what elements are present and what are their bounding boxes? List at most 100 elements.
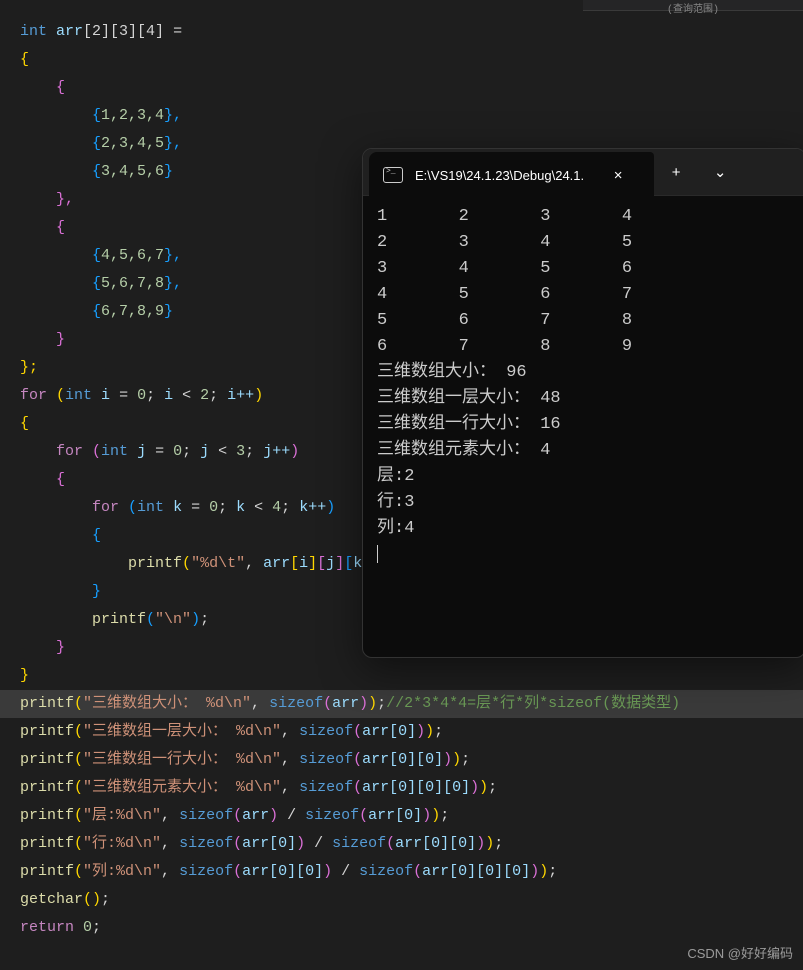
brace: }, (20, 191, 74, 208)
brace: { (20, 51, 29, 68)
brace: { (20, 163, 101, 180)
num: 0 (83, 919, 92, 936)
str: "列:%d\n" (83, 863, 161, 880)
paren: ) (326, 499, 335, 516)
paren: ( (47, 387, 65, 404)
brace: } (20, 667, 29, 684)
kw-return: return (20, 919, 74, 936)
fn-printf: printf (128, 555, 182, 572)
brace: }, (164, 247, 182, 264)
brace: { (20, 79, 65, 96)
kw-int: int (137, 499, 164, 516)
num: 2 (200, 387, 209, 404)
kw-int: int (101, 443, 128, 460)
nums: 3,4,5,6 (101, 163, 164, 180)
num: 0 (173, 443, 182, 460)
kw-for: for (56, 443, 83, 460)
nums: 4,5,6,7 (101, 247, 164, 264)
paren: ( (83, 443, 101, 460)
str: "层:%d\n" (83, 807, 161, 824)
kw-for: for (20, 387, 47, 404)
sc: ; (218, 499, 236, 516)
str: "%d\t" (191, 555, 245, 572)
op: / (332, 863, 359, 880)
var: arr[0] (368, 807, 422, 824)
brace: { (20, 275, 101, 292)
inc: k++ (299, 499, 326, 516)
var: k (164, 499, 182, 516)
fn-printf: printf (20, 779, 74, 796)
sc: ; (209, 387, 227, 404)
op: = (146, 443, 173, 460)
brace: { (56, 471, 65, 488)
var: i (299, 555, 308, 572)
fn-printf: printf (20, 807, 74, 824)
inc: i++ (227, 387, 254, 404)
kw-int: int (65, 387, 92, 404)
inc: j++ (263, 443, 290, 460)
close-icon[interactable]: × (596, 160, 640, 190)
kw-sizeof: sizeof (179, 863, 233, 880)
brace: } (164, 303, 173, 320)
brace: { (20, 303, 101, 320)
terminal-title: E:\VS19\24.1.23\Debug\24.1. (415, 168, 584, 183)
var: k (353, 555, 362, 572)
var: arr[0][0][0] (422, 863, 530, 880)
dropdown-icon[interactable]: ⌄ (698, 157, 742, 187)
kw-sizeof: sizeof (359, 863, 413, 880)
brace: }, (164, 275, 182, 292)
op: / (305, 835, 332, 852)
var: arr[0][0] (395, 835, 476, 852)
num: 0 (209, 499, 218, 516)
var: arr[0][0][0] (362, 779, 470, 796)
var: arr (332, 695, 359, 712)
num: 0 (137, 387, 146, 404)
terminal-icon (383, 167, 403, 183)
kw-for: for (92, 499, 119, 516)
var: j (326, 555, 335, 572)
terminal-titlebar[interactable]: E:\VS19\24.1.23\Debug\24.1. × + ⌄ (363, 149, 803, 196)
str: "三维数组一行大小： %d\n" (83, 751, 281, 768)
sc: ; (281, 499, 299, 516)
var: i (92, 387, 110, 404)
kw-sizeof: sizeof (299, 751, 353, 768)
var-arr: arr (56, 23, 83, 40)
fn-printf: printf (20, 723, 74, 740)
kw-sizeof: sizeof (179, 835, 233, 852)
kw-sizeof: sizeof (269, 695, 323, 712)
terminal-output[interactable]: 1 2 3 4 2 3 4 5 3 4 5 6 4 5 6 7 5 6 7 8 … (363, 196, 803, 576)
var: arr (263, 555, 290, 572)
var: arr[0] (362, 723, 416, 740)
var: arr (242, 807, 269, 824)
fn-printf: printf (20, 835, 74, 852)
paren: ( (119, 499, 137, 516)
brace: } (164, 163, 173, 180)
brace: }; (20, 359, 38, 376)
nums: 1,2,3,4 (101, 107, 164, 124)
brace: { (20, 219, 65, 236)
nums: 5,6,7,8 (101, 275, 164, 292)
brace: { (20, 247, 101, 264)
terminal-tab[interactable]: E:\VS19\24.1.23\Debug\24.1. × (369, 152, 654, 198)
fn-getchar: getchar (20, 891, 83, 908)
str: "\n" (155, 611, 191, 628)
str: "行:%d\n" (83, 835, 161, 852)
brace: } (56, 639, 65, 656)
op: = (110, 387, 137, 404)
op: = (182, 499, 209, 516)
eq: = (164, 23, 182, 40)
sc: ; (245, 443, 263, 460)
comment: //2*3*4*4=层*行*列*sizeof(数据类型) (386, 695, 680, 712)
brace: }, (164, 135, 182, 152)
kw-sizeof: sizeof (305, 807, 359, 824)
fn-printf: printf (20, 695, 74, 712)
fn-printf: printf (92, 611, 146, 628)
var: arr[0][0] (242, 863, 323, 880)
watermark: CSDN @好好编码 (687, 943, 793, 962)
new-tab-button[interactable]: + (654, 157, 698, 187)
paren: ) (254, 387, 263, 404)
dims: [2][3][4] (83, 23, 164, 40)
brace: }, (164, 107, 182, 124)
kw-sizeof: sizeof (299, 779, 353, 796)
terminal-window[interactable]: E:\VS19\24.1.23\Debug\24.1. × + ⌄ 1 2 3 … (362, 148, 803, 658)
